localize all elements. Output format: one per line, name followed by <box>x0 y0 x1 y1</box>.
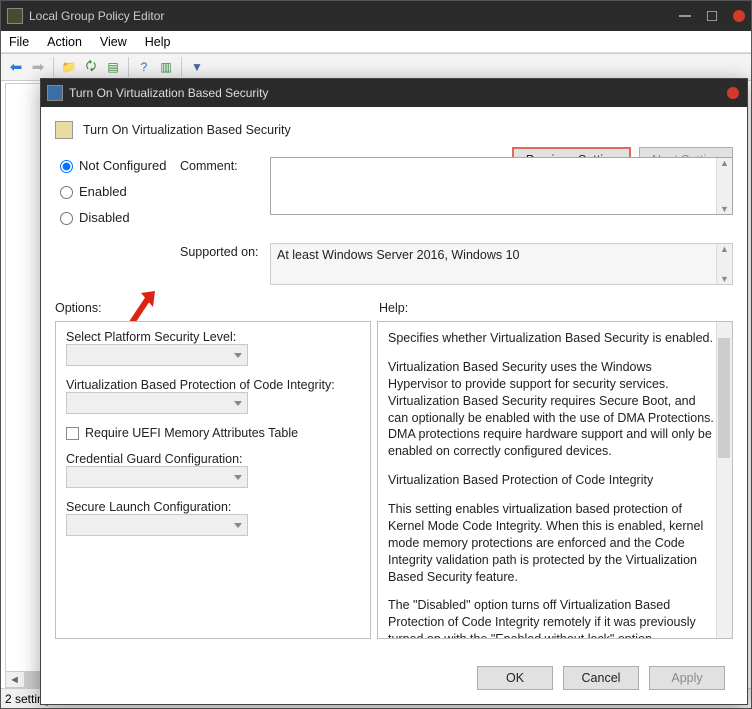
opt-secure-launch-label: Secure Launch Configuration: <box>66 500 360 514</box>
state-radio-group: Not Configured Enabled Disabled <box>55 157 180 235</box>
gpedit-app-icon <box>7 8 23 24</box>
comment-textarea[interactable]: ▲▼ <box>270 157 733 215</box>
options-label: Options: <box>55 301 379 315</box>
close-button[interactable] <box>733 10 745 22</box>
dialog-close-button[interactable] <box>727 87 739 99</box>
parent-titlebar[interactable]: Local Group Policy Editor <box>1 1 751 31</box>
filter-icon[interactable]: ▼ <box>188 58 206 76</box>
menu-view[interactable]: View <box>100 35 127 49</box>
help-icon[interactable]: ? <box>135 58 153 76</box>
folder-up-icon[interactable]: 📁 <box>60 58 78 76</box>
options-panel: Select Platform Security Level: Virtuali… <box>55 321 371 639</box>
opt-code-integrity-label: Virtualization Based Protection of Code … <box>66 378 360 392</box>
policy-icon <box>55 121 73 139</box>
help-label: Help: <box>379 301 408 315</box>
ok-button[interactable]: OK <box>477 666 553 690</box>
properties-icon[interactable]: ▥ <box>157 58 175 76</box>
menu-help[interactable]: Help <box>145 35 171 49</box>
dialog-app-icon <box>47 85 63 101</box>
help-scroll-thumb[interactable] <box>718 338 730 458</box>
radio-disabled[interactable]: Disabled <box>55 209 180 225</box>
radio-enabled-input[interactable] <box>60 186 73 199</box>
opt-uefi-checkbox[interactable]: Require UEFI Memory Attributes Table <box>66 426 360 440</box>
menubar: File Action View Help <box>1 31 751 53</box>
back-icon[interactable]: ⬅ <box>7 58 25 76</box>
maximize-button[interactable] <box>707 11 717 21</box>
supported-on-box: At least Windows Server 2016, Windows 10… <box>270 243 733 285</box>
radio-not-configured[interactable]: Not Configured <box>55 157 180 173</box>
refresh-icon[interactable]: 🗘 <box>82 58 100 76</box>
opt-credential-guard-label: Credential Guard Configuration: <box>66 452 360 466</box>
help-panel: Specifies whether Virtualization Based S… <box>377 321 733 639</box>
dialog-titlebar[interactable]: Turn On Virtualization Based Security <box>41 79 747 107</box>
help-p5: The "Disabled" option turns off Virtuali… <box>388 597 714 639</box>
cancel-button[interactable]: Cancel <box>563 666 639 690</box>
policy-dialog: Turn On Virtualization Based Security Tu… <box>40 78 748 705</box>
menu-action[interactable]: Action <box>47 35 82 49</box>
radio-enabled[interactable]: Enabled <box>55 183 180 199</box>
supported-on-label: Supported on: <box>180 243 270 285</box>
checkbox-icon[interactable] <box>66 427 79 440</box>
minimize-button[interactable] <box>679 15 691 17</box>
dialog-header-text: Turn On Virtualization Based Security <box>83 123 291 137</box>
supported-on-text: At least Windows Server 2016, Windows 10 <box>277 248 519 262</box>
export-icon[interactable]: ▤ <box>104 58 122 76</box>
opt-platform-security-label: Select Platform Security Level: <box>66 330 360 344</box>
opt-secure-launch-select[interactable] <box>66 514 248 536</box>
opt-code-integrity-select[interactable] <box>66 392 248 414</box>
menu-file[interactable]: File <box>9 35 29 49</box>
forward-icon: ➡ <box>29 58 47 76</box>
dialog-title-text: Turn On Virtualization Based Security <box>69 86 268 100</box>
help-p3: Virtualization Based Protection of Code … <box>388 472 714 489</box>
toolbar: ⬅ ➡ 📁 🗘 ▤ ? ▥ ▼ <box>1 53 751 81</box>
comment-label: Comment: <box>180 157 270 235</box>
scroll-left-icon[interactable]: ◄ <box>6 672 23 687</box>
opt-credential-guard-select[interactable] <box>66 466 248 488</box>
dialog-body: Turn On Virtualization Based Security Pr… <box>41 107 747 704</box>
radio-disabled-input[interactable] <box>60 212 73 225</box>
apply-button[interactable]: Apply <box>649 666 725 690</box>
parent-title-text: Local Group Policy Editor <box>29 9 164 23</box>
radio-not-configured-input[interactable] <box>60 160 73 173</box>
opt-platform-security-select[interactable] <box>66 344 248 366</box>
comment-scrollbar[interactable]: ▲▼ <box>716 158 732 214</box>
help-p2: Virtualization Based Security uses the W… <box>388 359 714 460</box>
supported-scrollbar[interactable]: ▲▼ <box>716 244 732 284</box>
help-p1: Specifies whether Virtualization Based S… <box>388 330 714 347</box>
help-p4: This setting enables virtualization base… <box>388 501 714 585</box>
